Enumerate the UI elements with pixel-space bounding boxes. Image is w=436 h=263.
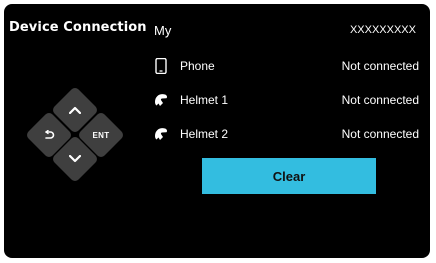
my-device-id: XXXXXXXXX	[349, 24, 416, 36]
device-screen: Device Connection My XXXXXXXXX ENT Phone…	[4, 4, 430, 258]
phone-icon	[155, 58, 167, 74]
device-status: Not connected	[341, 127, 419, 141]
device-name: Helmet 1	[180, 93, 229, 107]
clear-button[interactable]: Clear	[202, 158, 376, 194]
chevron-down-icon	[69, 155, 81, 163]
helmet-icon	[155, 128, 167, 140]
device-status: Not connected	[341, 59, 419, 73]
chevron-up-icon	[69, 106, 81, 114]
dpad-down-button[interactable]	[50, 134, 100, 184]
enter-label: ENT	[92, 130, 110, 140]
device-row-helmet-1[interactable]: Helmet 1 Not connected	[154, 90, 419, 110]
device-name: Phone	[180, 59, 215, 73]
device-row-phone[interactable]: Phone Not connected	[154, 56, 419, 76]
device-row-helmet-2[interactable]: Helmet 2 Not connected	[154, 124, 419, 144]
back-arrow-icon	[45, 130, 55, 139]
helmet-icon	[155, 94, 167, 106]
my-device-label: My	[154, 23, 172, 38]
device-status: Not connected	[341, 93, 419, 107]
device-name: Helmet 2	[180, 127, 229, 141]
page-title: Device Connection	[9, 20, 147, 35]
